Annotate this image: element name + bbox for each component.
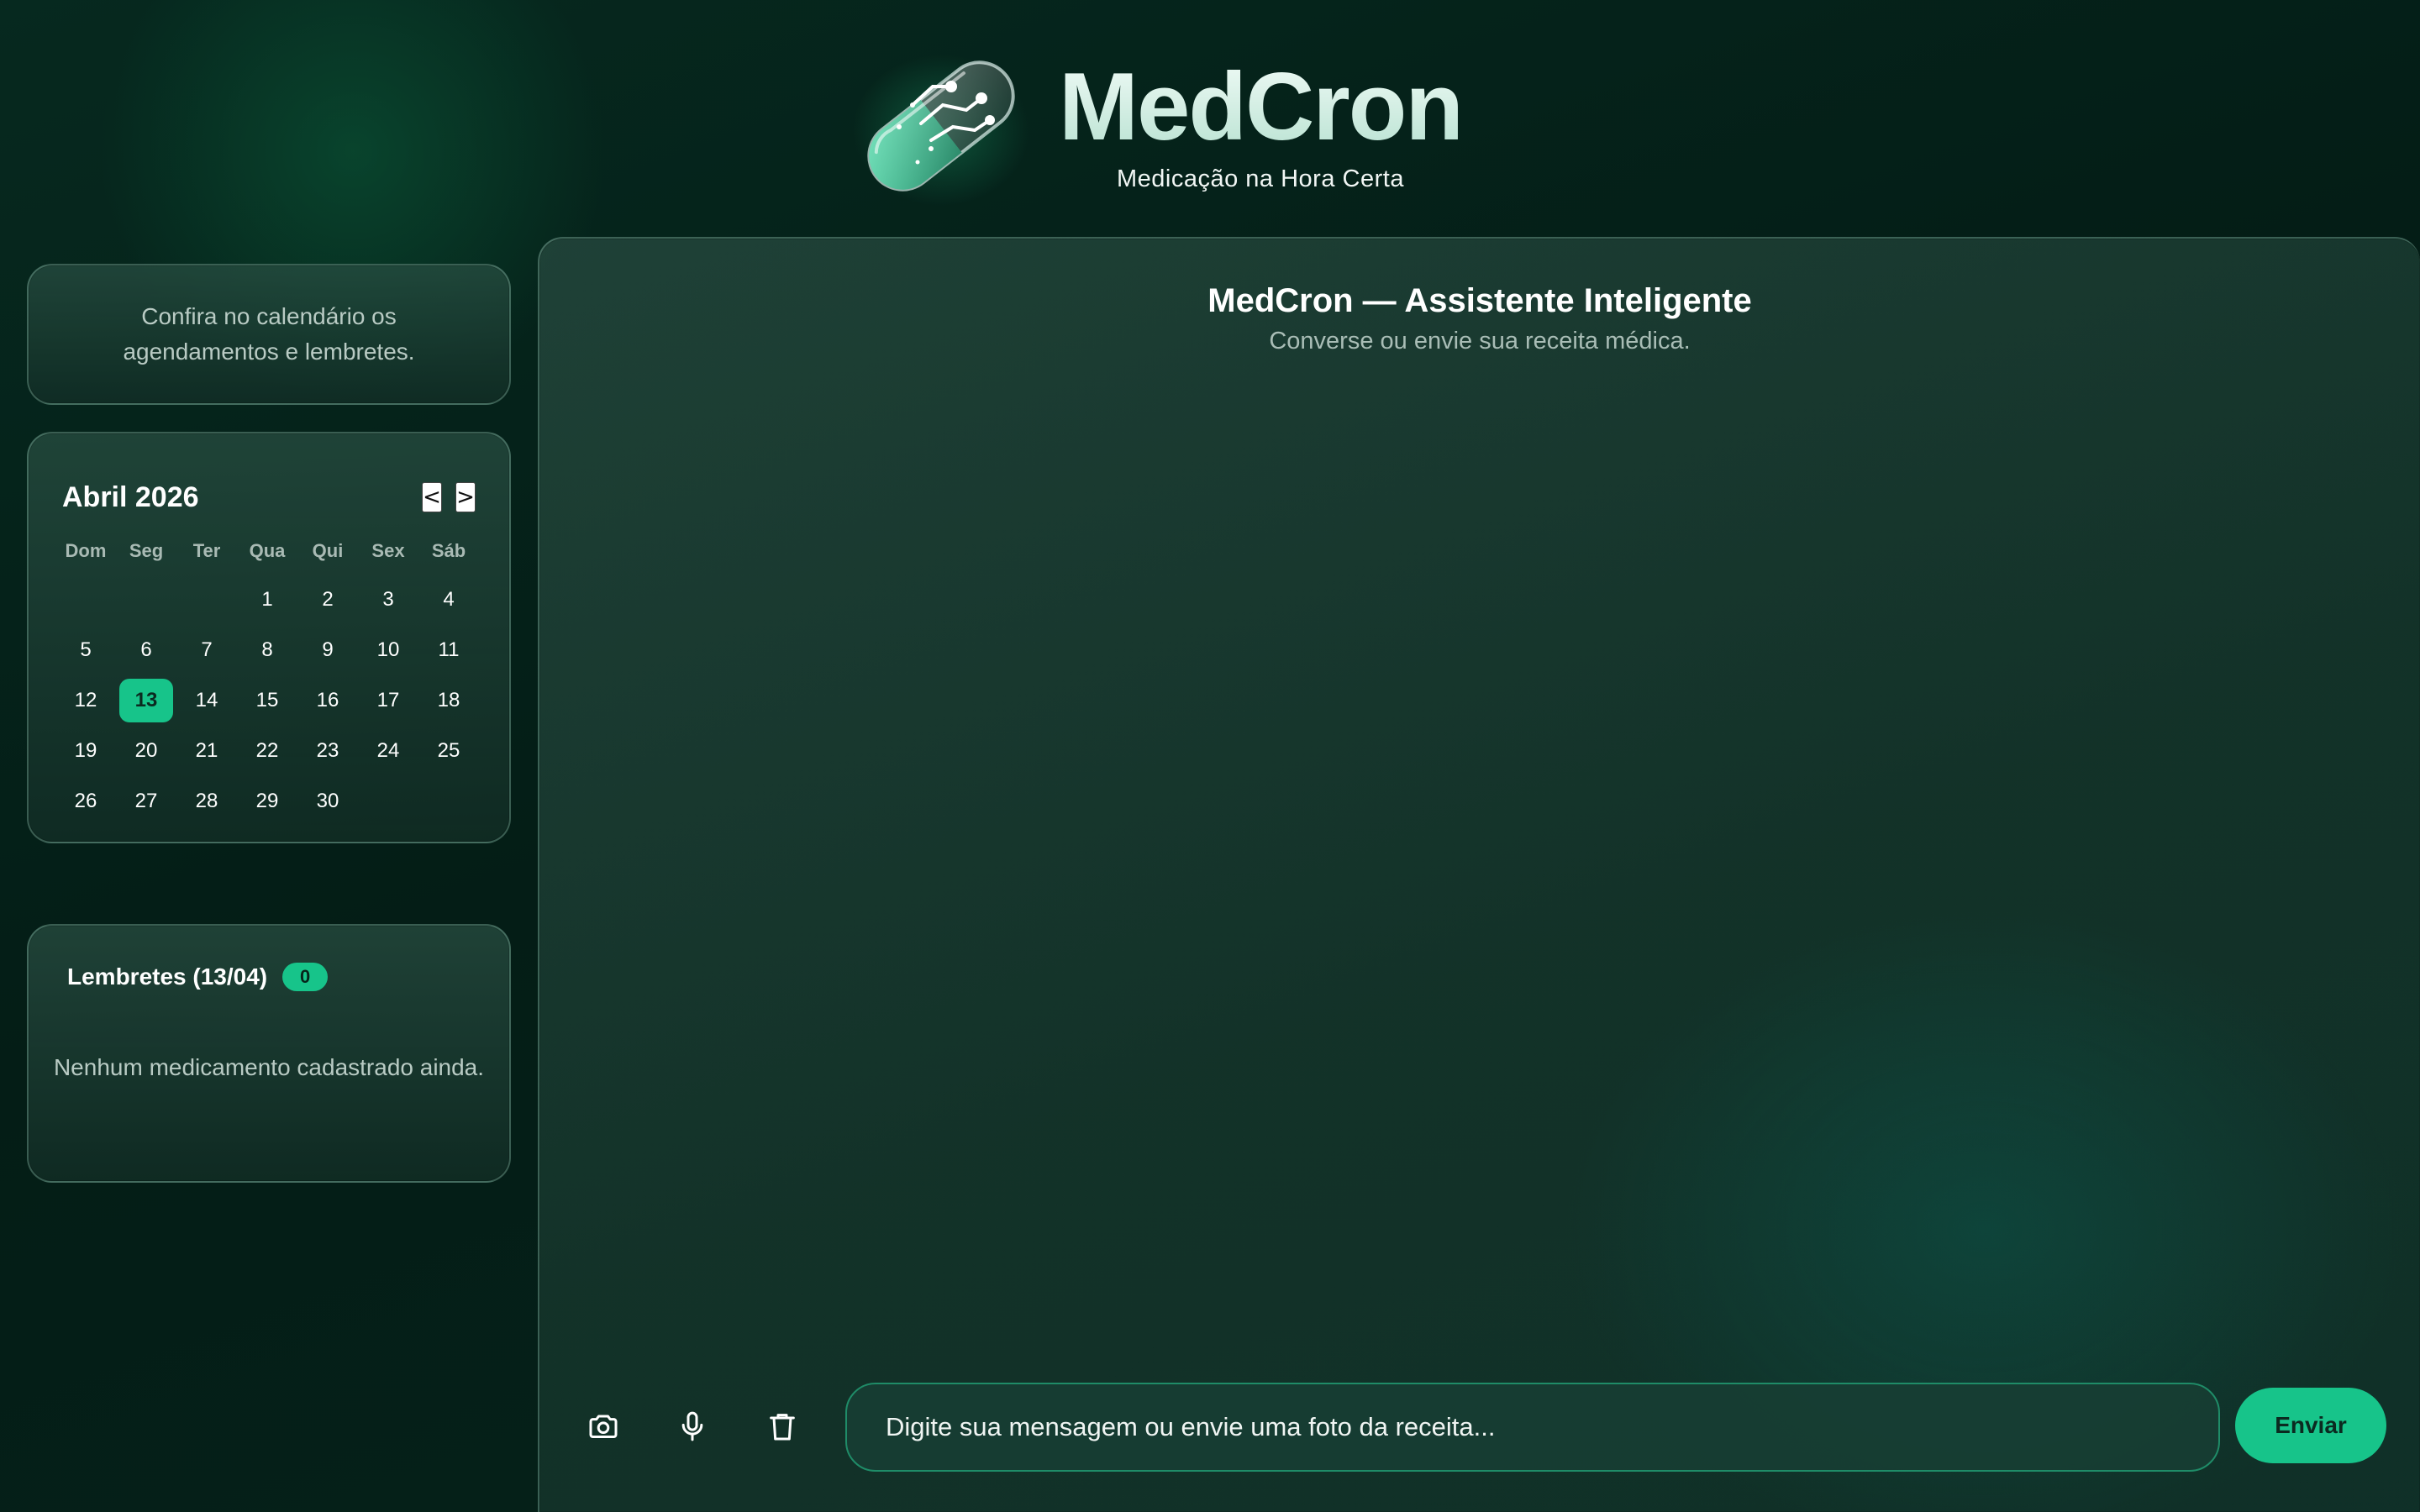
calendar-day[interactable]: 20 bbox=[116, 726, 176, 776]
calendar-day[interactable]: 27 bbox=[116, 776, 176, 827]
reminders-header: Lembretes (13/04) 0 bbox=[67, 963, 329, 991]
calendar-day[interactable]: 3 bbox=[358, 575, 418, 625]
microphone-icon bbox=[681, 1411, 703, 1441]
calendar-day[interactable]: 22 bbox=[237, 726, 297, 776]
app-header: MedCron Medicação na Hora Certa bbox=[849, 46, 1487, 206]
camera-icon bbox=[589, 1415, 618, 1438]
calendar-day[interactable]: 19 bbox=[55, 726, 116, 776]
calendar-header: Abril 2026 < > bbox=[62, 467, 476, 528]
calendar-day[interactable]: 8 bbox=[237, 625, 297, 675]
calendar-day[interactable]: 5 bbox=[55, 625, 116, 675]
brand-name: MedCron bbox=[1059, 53, 1464, 160]
chat-title: MedCron — Assistente Inteligente bbox=[1207, 282, 1752, 319]
calendar-day[interactable]: 23 bbox=[297, 726, 358, 776]
calendar-day[interactable]: 14 bbox=[176, 675, 237, 726]
calendar-weekday: Sex bbox=[371, 540, 405, 561]
clear-chat-button[interactable] bbox=[757, 1401, 808, 1452]
calendar-weekday: Seg bbox=[129, 540, 164, 561]
calendar-day[interactable]: 25 bbox=[418, 726, 479, 776]
calendar-day[interactable]: 28 bbox=[176, 776, 237, 827]
calendar-day[interactable]: 16 bbox=[297, 675, 358, 726]
chat-messages-area[interactable] bbox=[573, 381, 2386, 1344]
calendar-weekday: Sáb bbox=[431, 540, 466, 561]
calendar-day[interactable]: 11 bbox=[418, 625, 479, 675]
info-card: Confira no calendário os agendamentos e … bbox=[27, 264, 511, 405]
calendar-weekday: Ter bbox=[192, 540, 221, 561]
calendar-empty-cell bbox=[176, 575, 237, 625]
info-text: Confira no calendário os agendamentos e … bbox=[123, 303, 415, 365]
calendar-prev-button[interactable]: < bbox=[422, 482, 442, 512]
calendar-day[interactable]: 15 bbox=[237, 675, 297, 726]
calendar-day[interactable]: 18 bbox=[418, 675, 479, 726]
chat-composer: Enviar bbox=[539, 1344, 2420, 1512]
calendar-day[interactable]: 10 bbox=[358, 625, 418, 675]
calendar-weekday: Qua bbox=[249, 540, 286, 561]
calendar-day[interactable]: 24 bbox=[358, 726, 418, 776]
chat-message-input[interactable] bbox=[845, 1383, 2220, 1472]
calendar-day[interactable]: 6 bbox=[116, 625, 176, 675]
calendar-day[interactable]: 26 bbox=[55, 776, 116, 827]
calendar-grid: Dom Seg Ter Qua Qui Sex Sáb 1 2 3 4 5 6 7 8 9 10 11 12 13 14… bbox=[55, 528, 479, 827]
camera-button[interactable] bbox=[578, 1401, 629, 1452]
reminders-empty-text: Nenhum medicamento cadastrado ainda. bbox=[53, 1054, 485, 1080]
reminders-title: Lembretes (13/04) bbox=[67, 963, 268, 990]
brand: MedCron Medicação na Hora Certa bbox=[1059, 53, 1464, 193]
calendar-day-selected[interactable]: 13 bbox=[116, 675, 176, 726]
calendar-day[interactable]: 9 bbox=[297, 625, 358, 675]
calendar-day[interactable]: 21 bbox=[176, 726, 237, 776]
reminders-count-badge: 0 bbox=[282, 963, 329, 991]
send-button[interactable]: Enviar bbox=[2235, 1388, 2386, 1463]
chat-subtitle: Converse ou envie sua receita médica. bbox=[1269, 328, 1691, 354]
reminders-card: Lembretes (13/04) 0 Nenhum medicamento c… bbox=[27, 924, 511, 1183]
calendar-empty-cell bbox=[55, 575, 116, 625]
calendar-day[interactable]: 17 bbox=[358, 675, 418, 726]
microphone-button[interactable] bbox=[667, 1401, 718, 1452]
calendar-day[interactable]: 2 bbox=[297, 575, 358, 625]
calendar-next-button[interactable]: > bbox=[455, 482, 476, 512]
calendar-nav: < > bbox=[422, 482, 476, 512]
chat-panel: MedCron — Assistente Inteligente Convers… bbox=[538, 237, 2420, 1512]
calendar-day[interactable]: 7 bbox=[176, 625, 237, 675]
trash-icon bbox=[770, 1414, 795, 1441]
calendar-weekday: Dom bbox=[65, 540, 107, 561]
calendar-day[interactable]: 12 bbox=[55, 675, 116, 726]
calendar-month-title: Abril 2026 bbox=[62, 480, 199, 513]
calendar-day[interactable]: 1 bbox=[237, 575, 297, 625]
calendar-day[interactable]: 4 bbox=[418, 575, 479, 625]
calendar-empty-cell bbox=[116, 575, 176, 625]
brand-tagline: Medicação na Hora Certa bbox=[1117, 165, 1404, 192]
pill-capsule-circuit-icon bbox=[849, 46, 1034, 206]
calendar-weekday: Qui bbox=[312, 540, 344, 561]
calendar-day[interactable]: 29 bbox=[237, 776, 297, 827]
calendar: Abril 2026 < > Dom Seg Ter Qua Qui Sex Sáb 1 2 3 4… bbox=[27, 432, 511, 843]
calendar-day[interactable]: 30 bbox=[297, 776, 358, 827]
